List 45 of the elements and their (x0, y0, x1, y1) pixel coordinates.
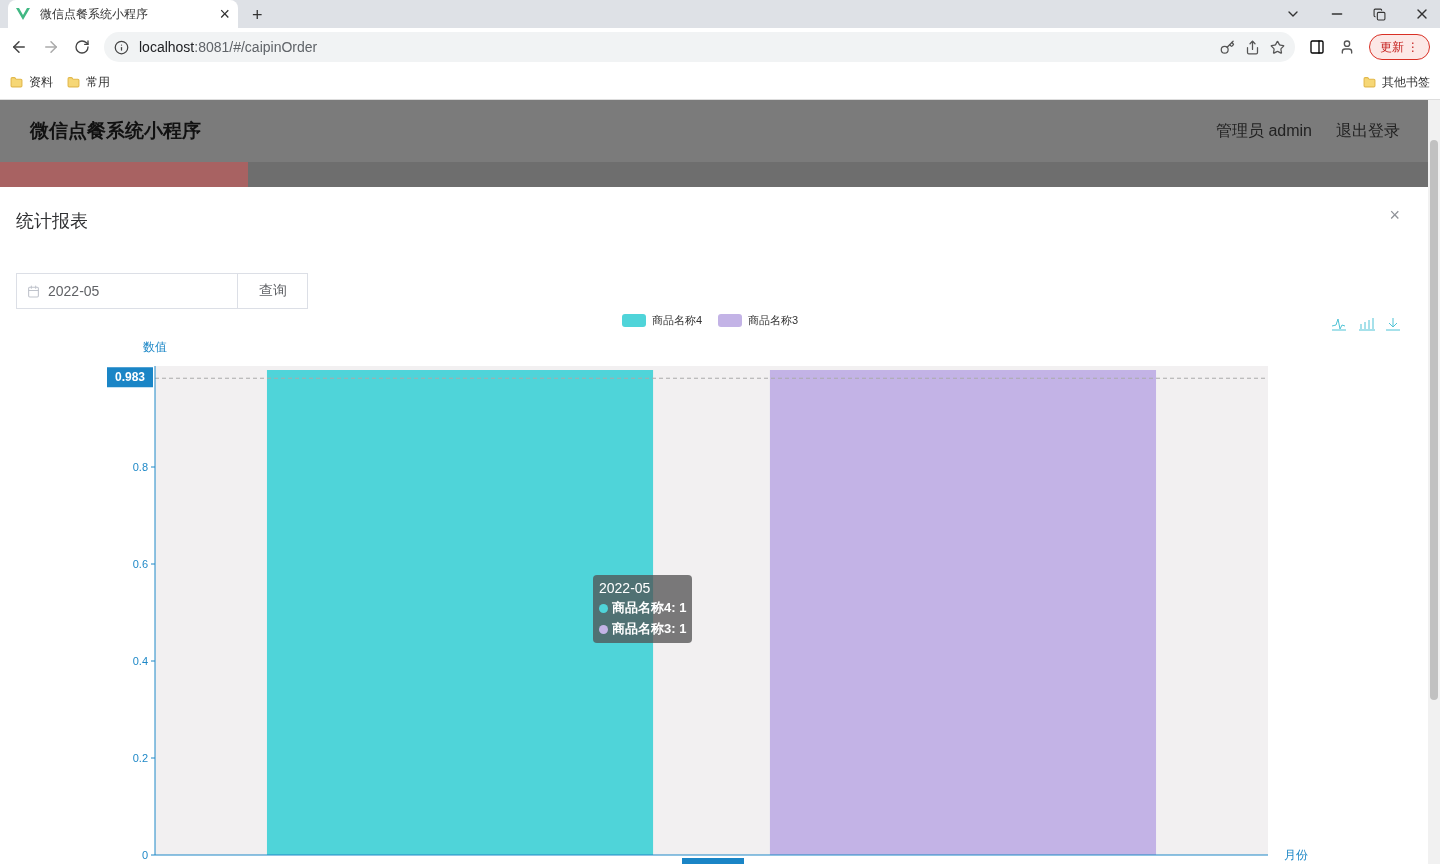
reload-icon[interactable] (74, 39, 90, 55)
back-icon[interactable] (10, 38, 28, 56)
logout-link[interactable]: 退出登录 (1336, 120, 1400, 142)
update-button[interactable]: 更新 ⋮ (1368, 34, 1430, 60)
dialog-title: 统计报表 (16, 210, 88, 231)
ref-line-label: 0.983 (114, 370, 146, 385)
tooltip-row: 商品名称4: 1 (599, 599, 687, 617)
bookmark[interactable]: 资料 (10, 74, 53, 91)
bookmark[interactable]: 其他书签 (1363, 74, 1430, 91)
tooltip-title: 2022-05 (599, 580, 652, 596)
share-icon[interactable] (1244, 39, 1260, 55)
legend-item[interactable]: 商品名称4 (622, 314, 703, 327)
info-icon (114, 39, 129, 55)
restore-icon[interactable] (1373, 7, 1386, 21)
user-link[interactable]: 管理员 admin (1215, 120, 1312, 142)
tooltip-row: 商品名称3: 1 (599, 620, 687, 638)
axis-pointer-label: 0.983 (107, 367, 153, 388)
legend-item[interactable]: 商品名称3 (718, 314, 799, 327)
tick-label: 0.8 (132, 461, 148, 473)
app-title: 微信点餐系统小程序 (30, 119, 202, 143)
date-field[interactable]: 2022-05 (16, 273, 238, 309)
axis-title: 数值 (143, 340, 167, 354)
legend-label: 商品名称3 (748, 314, 799, 326)
legend-label: 商品名称4 (652, 314, 703, 326)
query-button[interactable]: 查询 (238, 273, 308, 309)
calendar-icon (27, 284, 40, 298)
tick-label: 0 (141, 849, 148, 861)
bookmark[interactable]: 常用 (67, 74, 110, 91)
tick-label: 0.6 (132, 558, 148, 570)
key-icon[interactable] (1219, 39, 1235, 55)
folder-icon (1363, 76, 1376, 89)
new-tab-button[interactable]: + (252, 6, 263, 24)
scrollbar-thumb[interactable] (1430, 140, 1438, 700)
close-tab-button[interactable]: × (219, 5, 230, 23)
side-panel-icon[interactable] (1308, 39, 1325, 55)
axis-pointer-label (682, 858, 744, 864)
logo-icon (16, 8, 30, 20)
folder-icon (10, 76, 23, 89)
axis-title: 月份 (1284, 848, 1308, 862)
address-bar[interactable]: localhost:8081/#/caipinOrder (104, 32, 1295, 62)
tick-label: 0.4 (132, 655, 148, 667)
browser-tab[interactable]: 微信点餐系统小程序 × (8, 0, 238, 28)
tick-label: 0.2 (132, 752, 148, 764)
folder-icon (67, 76, 80, 89)
star-icon[interactable] (1269, 39, 1285, 55)
